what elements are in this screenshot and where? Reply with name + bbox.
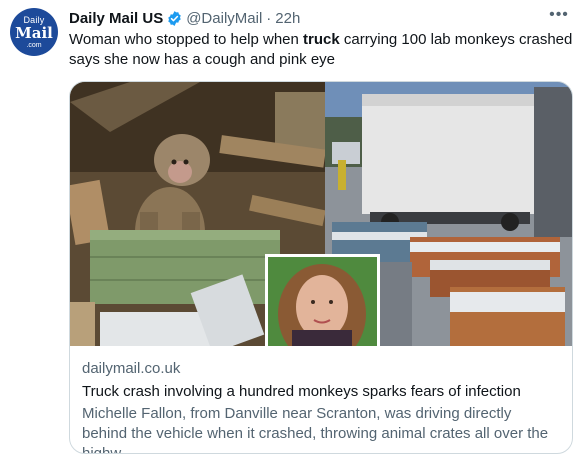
card-meta: dailymail.co.uk Truck crash involving a … [82, 359, 560, 454]
avatar-line-2: Mail [15, 23, 53, 42]
verified-badge-icon [168, 10, 181, 26]
timestamp[interactable]: 22h [275, 10, 300, 27]
tweet-text-bold: truck [303, 31, 340, 48]
card-photo [70, 82, 572, 346]
card-description: Michelle Fallon, from Danville near Scra… [82, 405, 549, 454]
avatar-line-3: .com [26, 41, 42, 49]
separator-dot: · [266, 9, 272, 27]
link-card[interactable]: dailymail.co.uk Truck crash involving a … [69, 81, 573, 454]
avatar[interactable]: Daily Mail .com [10, 8, 58, 56]
display-name[interactable]: Daily Mail US [69, 10, 163, 27]
more-options-icon[interactable]: ••• [547, 6, 571, 26]
handle[interactable]: @DailyMail [186, 10, 262, 27]
tweet-header: Daily Mail US @DailyMail · 22h ••• [69, 6, 571, 28]
tweet-text-before: Woman who stopped to help when [69, 31, 304, 48]
card-domain: dailymail.co.uk [82, 360, 181, 377]
tweet-text: Woman who stopped to help when truck car… [69, 30, 574, 70]
card-title: Truck crash involving a hundred monkeys … [82, 383, 521, 400]
